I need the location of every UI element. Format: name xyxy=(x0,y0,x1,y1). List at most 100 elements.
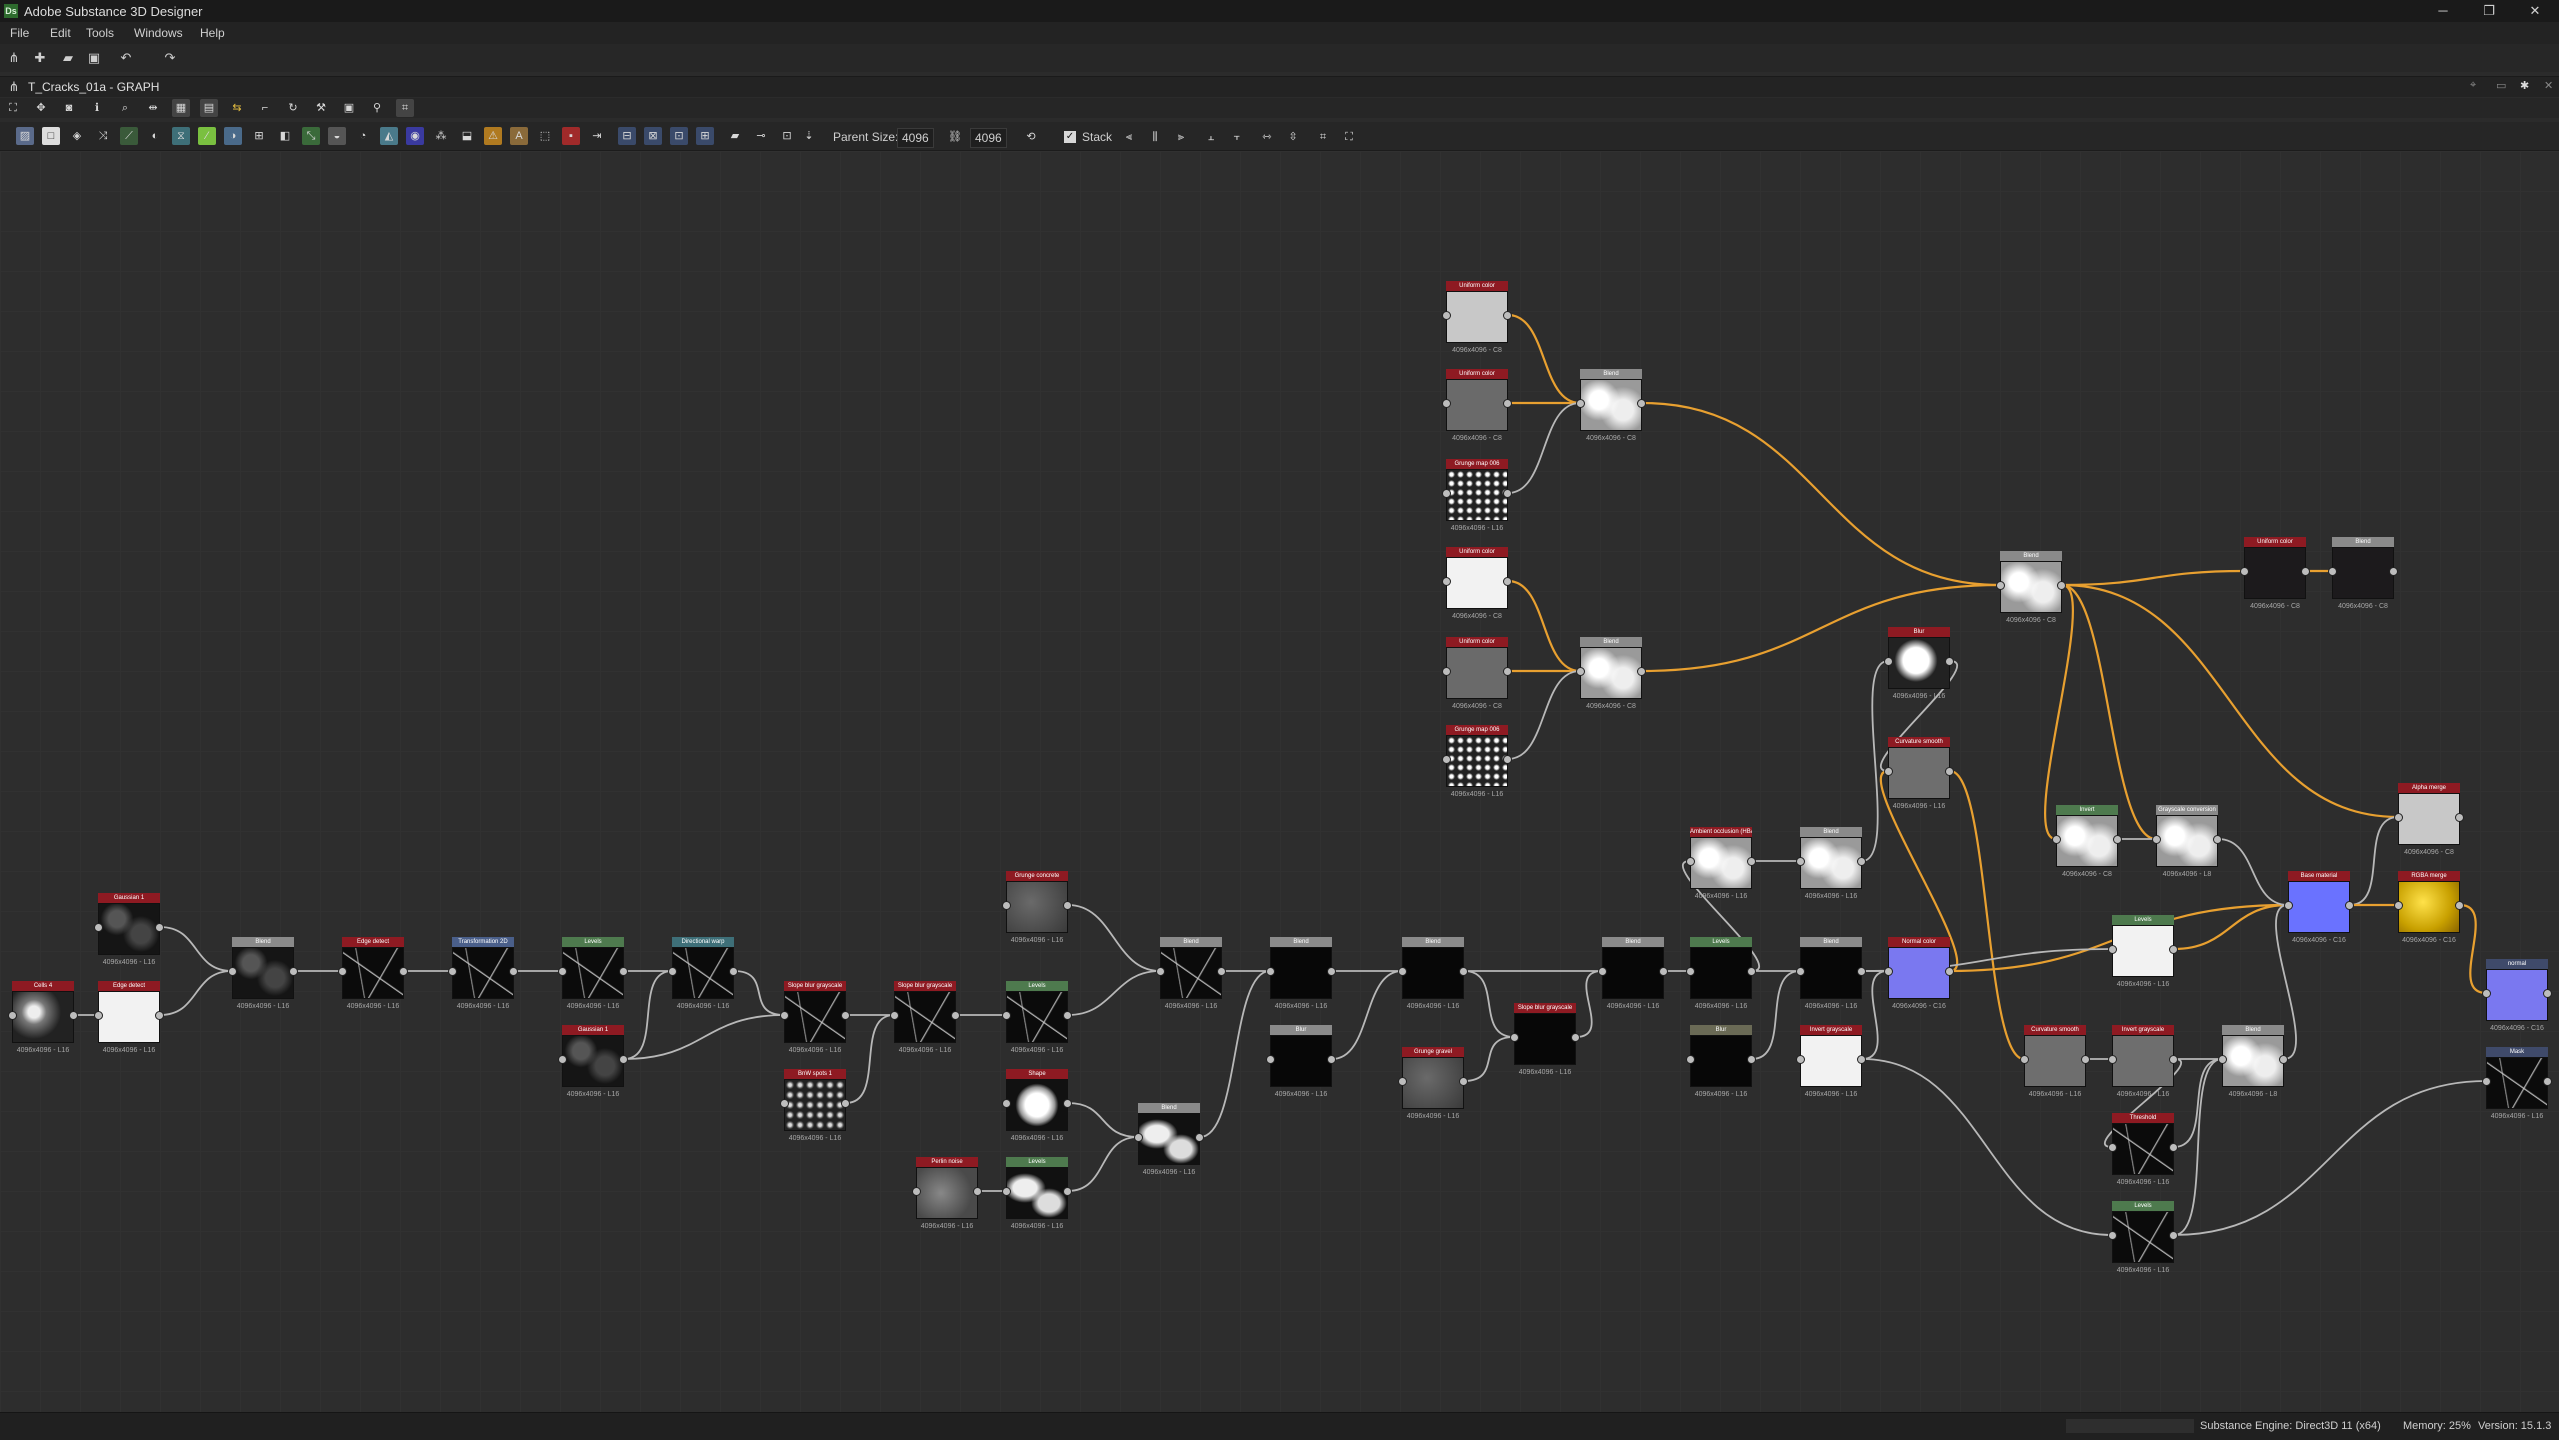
input-port[interactable] xyxy=(668,967,677,976)
tools-icon[interactable]: ⚒ xyxy=(312,99,330,117)
close-button[interactable]: ✕ xyxy=(2512,0,2558,22)
input-port[interactable] xyxy=(1884,767,1893,776)
undo-icon[interactable]: ↶ xyxy=(118,50,134,66)
input-port[interactable] xyxy=(1442,489,1451,498)
menu-windows[interactable]: Windows xyxy=(134,26,183,40)
graph-node[interactable]: Grunge map 006 4096x4096 - L16 xyxy=(1442,459,1512,532)
grid-icon[interactable]: ▤ xyxy=(200,99,218,117)
redo-icon[interactable]: ↷ xyxy=(162,50,178,66)
connection-wire[interactable] xyxy=(1507,402,1581,494)
transform-icon[interactable]: ⤡ xyxy=(302,127,320,145)
connection-wire[interactable] xyxy=(2173,1058,2223,1236)
graph-canvas[interactable]: Cells 4 4096x4096 - L16 Gaussian 1 4096x409… xyxy=(0,151,2559,1412)
input-port[interactable] xyxy=(2482,1077,2491,1086)
input-port[interactable] xyxy=(1002,1187,1011,1196)
input-port[interactable] xyxy=(1996,581,2005,590)
connection-wire[interactable] xyxy=(1331,970,1403,1060)
graph-node[interactable]: Uniform color 4096x4096 - C8 xyxy=(1442,281,1512,354)
graph-node[interactable]: Grunge map 006 4096x4096 - L16 xyxy=(1442,725,1512,798)
graph-node[interactable]: Perlin noise 4096x4096 - L16 xyxy=(912,1157,982,1230)
uniform-color-icon[interactable]: □ xyxy=(42,127,60,145)
maximize-panel-icon[interactable]: ✱ xyxy=(2520,79,2529,92)
align-icon[interactable]: ⇹ xyxy=(144,99,162,117)
output-port[interactable] xyxy=(289,967,298,976)
graph-node[interactable]: Blend 4096x4096 - L16 xyxy=(1266,937,1336,1010)
float-panel-icon[interactable]: ▭ xyxy=(2496,79,2506,92)
open-folder-icon[interactable]: ▰ xyxy=(60,50,76,66)
output-port[interactable] xyxy=(841,1099,850,1108)
graph-node[interactable]: RGBA merge 4096x4096 - C16 xyxy=(2394,871,2464,944)
graph-node[interactable]: Uniform color 4096x4096 - C8 xyxy=(1442,637,1512,710)
output-port[interactable] xyxy=(1459,1077,1468,1086)
output-port[interactable] xyxy=(1857,857,1866,866)
graph-node[interactable]: Blend 4096x4096 - L16 xyxy=(1134,1103,1204,1176)
input-port[interactable] xyxy=(1576,667,1585,676)
output-port[interactable] xyxy=(2389,567,2398,576)
output-port[interactable] xyxy=(2301,567,2310,576)
frame-icon[interactable]: ▣ xyxy=(340,99,358,117)
graph-node[interactable]: Levels 4096x4096 - L16 xyxy=(558,937,628,1010)
pin-tool-icon[interactable]: ⚲ xyxy=(368,99,386,117)
levels-icon[interactable]: ⟋ xyxy=(120,127,138,145)
graph-node[interactable]: Blend 4096x4096 - L16 xyxy=(1156,937,1226,1010)
graph-node[interactable]: Blend 4096x4096 - L16 xyxy=(1796,827,1866,900)
output-port[interactable] xyxy=(2213,835,2222,844)
output-port[interactable] xyxy=(69,1011,78,1020)
connection-wire[interactable] xyxy=(2173,1080,2487,1236)
frame-all-icon[interactable]: ⛶ xyxy=(4,99,22,117)
graph-node[interactable]: Blend 4096x4096 - L16 xyxy=(228,937,298,1010)
text-icon[interactable]: A xyxy=(510,127,528,145)
input-port[interactable] xyxy=(2108,1143,2117,1152)
output-port[interactable] xyxy=(2169,1143,2178,1152)
graph-node[interactable]: Levels 4096x4096 - L16 xyxy=(1002,1157,1072,1230)
graph-node[interactable]: Mask 4096x4096 - L16 xyxy=(2482,1047,2552,1120)
connection-wire[interactable] xyxy=(2061,583,2157,841)
new-package-icon[interactable]: ✚ xyxy=(32,50,48,66)
histogram-icon[interactable]: ◭ xyxy=(380,127,398,145)
graph-node[interactable]: Invert grayscale 4096x4096 - L16 xyxy=(2108,1025,2178,1098)
comment-view-icon[interactable]: ⊞ xyxy=(696,127,714,145)
menu-tools[interactable]: Tools xyxy=(86,26,114,40)
gradient-icon[interactable]: ◐ xyxy=(146,127,164,145)
bitmap-icon[interactable]: ▪ xyxy=(562,127,580,145)
input-port[interactable] xyxy=(1266,967,1275,976)
graph-node[interactable]: Transformation 2D 4096x4096 - L16 xyxy=(448,937,518,1010)
output-port[interactable] xyxy=(1503,755,1512,764)
emboss-icon[interactable]: ◒ xyxy=(328,127,346,145)
output-port[interactable] xyxy=(1857,1055,1866,1064)
output-port[interactable] xyxy=(1945,767,1954,776)
info-icon[interactable]: ℹ xyxy=(88,99,106,117)
input-port[interactable] xyxy=(8,1011,17,1020)
input-port[interactable] xyxy=(338,967,347,976)
distribute-h-icon[interactable]: ⇿ xyxy=(1258,128,1276,146)
output-port[interactable] xyxy=(1327,1055,1336,1064)
input-port[interactable] xyxy=(912,1187,921,1196)
input-port[interactable] xyxy=(2108,1231,2117,1240)
input-port[interactable] xyxy=(1510,1033,1519,1042)
input-port[interactable] xyxy=(1002,1099,1011,1108)
shuffle-icon[interactable]: ⤨ xyxy=(94,127,112,145)
connection-wire[interactable] xyxy=(1507,670,1581,760)
align-left-icon[interactable]: ⫷ xyxy=(1120,128,1138,146)
input-port[interactable] xyxy=(1134,1133,1143,1142)
input-port[interactable] xyxy=(1266,1055,1275,1064)
output-port[interactable] xyxy=(1637,399,1646,408)
output-port[interactable] xyxy=(509,967,518,976)
input-port[interactable] xyxy=(1156,967,1165,976)
output-port[interactable] xyxy=(1503,667,1512,676)
graph-node[interactable]: Threshold 4096x4096 - L16 xyxy=(2108,1113,2178,1186)
graph-node[interactable]: Levels 4096x4096 - L16 xyxy=(2108,915,2178,988)
input-port[interactable] xyxy=(228,967,237,976)
input-port[interactable] xyxy=(2108,1055,2117,1064)
explorer-icon[interactable]: ⋔ xyxy=(6,50,22,66)
connection-wire[interactable] xyxy=(1067,904,1161,972)
graph-node[interactable]: Blur 4096x4096 - L16 xyxy=(1884,627,1954,700)
graph-node[interactable]: Uniform color 4096x4096 - C8 xyxy=(1442,547,1512,620)
blend-icon[interactable]: ◈ xyxy=(68,127,86,145)
output-port[interactable] xyxy=(1063,1099,1072,1108)
graph-node[interactable]: Grunge gravel 4096x4096 - L16 xyxy=(1398,1047,1468,1120)
output-port[interactable] xyxy=(1747,967,1756,976)
snap-icon[interactable]: ⌗ xyxy=(1314,128,1332,146)
output-port[interactable] xyxy=(1063,1011,1072,1020)
portal-icon[interactable]: ⊡ xyxy=(778,127,796,145)
